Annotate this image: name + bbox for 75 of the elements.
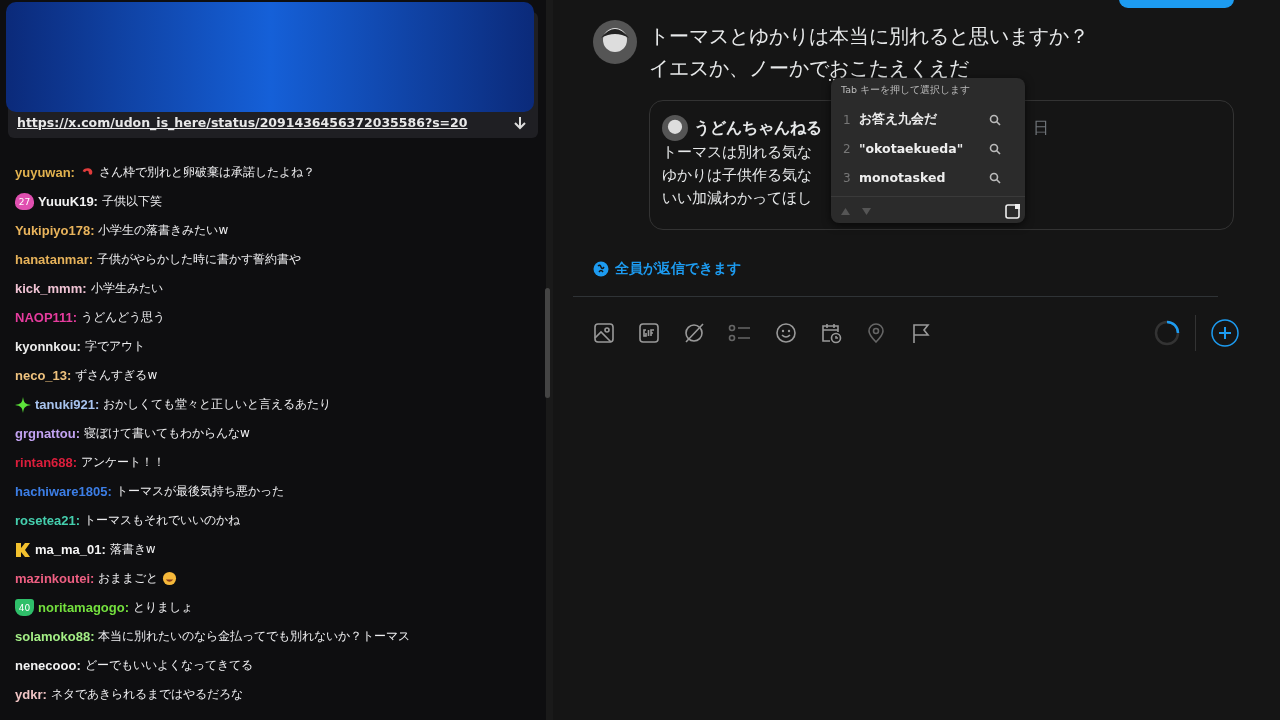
chat-username[interactable]: noritamagogo: <box>38 600 129 615</box>
chat-username[interactable]: rintan688: <box>15 455 78 470</box>
chat-message-text: 小学生みたい <box>90 280 163 297</box>
list-icon[interactable] <box>728 322 752 344</box>
chat-username[interactable]: rosetea21: <box>15 513 81 528</box>
chat-message-text: 子供がやらかした時に書かす誓約書や <box>97 251 302 268</box>
smiley-icon[interactable] <box>775 322 797 344</box>
ime-candidate[interactable]: 2 "okotaekueda" <box>831 134 1025 163</box>
globe-icon <box>593 261 609 277</box>
quoted-text-line: いい加減わかってほし <box>662 188 812 209</box>
search-icon[interactable] <box>989 171 1001 184</box>
window-icon[interactable] <box>1005 203 1021 219</box>
chat-username[interactable]: ydkr: <box>15 687 47 702</box>
chat-message-text: とりましょ <box>133 599 193 616</box>
chat-username[interactable]: YuuuK19: <box>38 194 98 209</box>
avatar-icon <box>662 115 688 141</box>
chat-username[interactable]: grgnattou: <box>15 426 80 441</box>
chat-username[interactable]: hachiware1805: <box>15 484 112 499</box>
chat-message-text: トーマスが最後気持ち悪かった <box>115 483 284 500</box>
chat-username[interactable]: neco_13: <box>15 368 72 383</box>
search-icon[interactable] <box>989 113 1001 126</box>
quoted-text-line: ゆかりは子供作る気な <box>662 165 812 186</box>
chat-message-text: おままごと <box>98 570 159 587</box>
chat-message-text: 字でアウト <box>84 338 145 355</box>
ime-candidate[interactable]: 1 お答え九会だ <box>831 105 1025 134</box>
chat-username[interactable]: tanuki921: <box>35 397 100 412</box>
flag-icon[interactable] <box>910 322 932 344</box>
chat-message-text: トーマスもそれでいいのかね <box>84 512 241 529</box>
chat-message-text: さん枠で別れと卵破棄は承諾したよね？ <box>98 164 315 181</box>
chat-message-text: ネタであきられるまではやるだろな <box>50 686 243 703</box>
slashed-circle-icon[interactable] <box>683 322 705 344</box>
calendar-clock-icon[interactable] <box>820 322 842 344</box>
progress-ring-icon <box>1154 320 1180 346</box>
subscriber-badge: 27 <box>15 193 34 210</box>
chat-username[interactable]: hanatanmar: <box>15 252 94 267</box>
search-icon[interactable] <box>989 142 1001 155</box>
pinned-link[interactable]: https://x.com/udon_is_here/status/2091436456372035586?s=20 <box>17 115 468 130</box>
chat-message-text: ずさんすぎるw <box>75 367 158 384</box>
chat-username[interactable]: Yukipiyo178: <box>15 223 95 238</box>
chat-message-text: 小学生の落書きみたいw <box>98 222 229 239</box>
chat-username[interactable]: kick_mmm: <box>15 281 87 296</box>
ime-hint: Tab キーを押して選択します <box>840 84 972 97</box>
scrollbar[interactable] <box>545 288 550 398</box>
compose-text-line[interactable]: イエスか、ノーかでおこたえくえだ <box>649 52 1234 84</box>
chat-message-text: 子供以下笑 <box>101 193 162 210</box>
image-icon[interactable] <box>593 322 615 344</box>
chat-username[interactable]: NAOP111: <box>15 310 78 325</box>
add-icon[interactable] <box>1211 319 1239 347</box>
chat-message-text: うどんどう思う <box>81 309 166 326</box>
chat-username[interactable]: kyonnkou: <box>15 339 81 354</box>
quoted-date: 日 <box>1033 117 1049 139</box>
shield-badge: 40 <box>15 599 34 616</box>
location-pin-icon[interactable] <box>865 322 887 344</box>
chat-message-text: 寝ぼけて書いてもわからんなw <box>84 425 250 442</box>
chat-message-text: おかしくても堂々と正しいと言えるあたり <box>103 396 332 413</box>
avatar-icon <box>593 20 637 64</box>
quoted-author: うどんちゃんねる <box>694 117 822 139</box>
sparkle-badge-icon <box>15 396 31 413</box>
gif-icon[interactable] <box>638 322 660 344</box>
chat-message-text: アンケート！！ <box>81 454 166 471</box>
chat-message-text: どーでもいいよくなってきてる <box>84 657 253 674</box>
chat-username[interactable]: mazinkoutei: <box>15 571 95 586</box>
ime-candidate[interactable]: 3 monotasked <box>831 163 1025 192</box>
laughing-emoji-icon <box>162 571 178 586</box>
chat-username[interactable]: ma_ma_01: <box>35 542 106 557</box>
compose-text-line[interactable]: トーマスとゆかりは本当に別れると思いますか？ <box>649 20 1234 52</box>
reply-setting[interactable]: 全員が返信できます <box>593 260 741 278</box>
chat-username[interactable]: solamoko88: <box>15 629 95 644</box>
chat-username[interactable]: nenecooo: <box>15 658 81 673</box>
arrow-down-icon[interactable] <box>514 116 526 130</box>
chat-username[interactable]: yuyuwan: <box>15 165 75 180</box>
quoted-text-line: トーマスは別れる気な <box>662 142 812 163</box>
chat-message-text: 落書きw <box>109 541 156 558</box>
k-badge-icon <box>15 541 31 558</box>
chat-message-text: 本当に別れたいのなら金払ってでも別れないか？トーマス <box>98 628 411 645</box>
